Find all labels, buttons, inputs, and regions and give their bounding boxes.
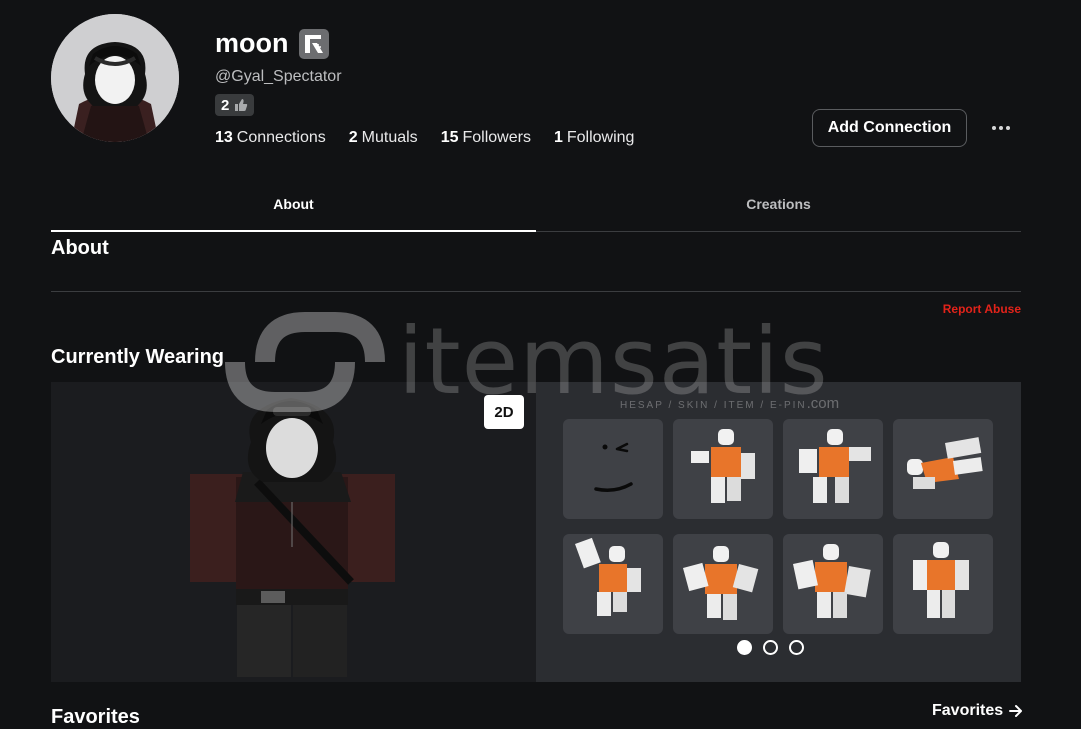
stat-value: 1 xyxy=(553,129,563,146)
favorites-link-label: Favorites xyxy=(932,702,1004,719)
stat-followers[interactable]: 15 Followers xyxy=(441,129,531,147)
arrow-right-icon xyxy=(1009,705,1023,717)
tab-about[interactable]: About xyxy=(51,186,536,232)
stat-connections[interactable]: 13 Connections xyxy=(215,129,326,147)
worn-item[interactable] xyxy=(673,534,773,634)
profile-page: moon @Gyal_Spectator 2 13 Connections 2 Mu… xyxy=(0,0,1081,729)
worn-item[interactable] xyxy=(893,419,993,519)
premium-icon xyxy=(298,28,329,59)
stat-following[interactable]: 1 Following xyxy=(554,129,635,147)
avatar-pose-icon xyxy=(575,537,641,616)
avatar-pose-icon xyxy=(913,542,969,618)
about-heading: About xyxy=(51,237,109,259)
stat-label: Following xyxy=(566,129,635,146)
wink-face-icon xyxy=(594,442,633,492)
stat-value: 2 xyxy=(348,129,358,146)
avatar-pose-icon xyxy=(907,437,983,489)
about-divider xyxy=(51,291,1021,292)
avatar-pose-icon xyxy=(793,544,871,618)
tab-creations[interactable]: Creations xyxy=(536,186,1021,231)
badge-count[interactable]: 2 xyxy=(215,94,255,116)
carousel-dot-3[interactable] xyxy=(789,640,804,655)
more-options-icon[interactable] xyxy=(988,118,1014,138)
display-name: moon xyxy=(215,28,329,59)
stat-label: Mutuals xyxy=(361,129,418,146)
worn-item[interactable] xyxy=(563,419,663,519)
worn-item[interactable] xyxy=(563,534,663,634)
username: @Gyal_Spectator xyxy=(215,68,342,85)
thumbs-up-icon xyxy=(235,99,248,111)
carousel-pagination xyxy=(737,640,804,655)
watermark-tagline: HESAP / SKIN / ITEM / E-PIN.com xyxy=(620,395,839,412)
worn-items-grid xyxy=(563,419,993,634)
worn-item[interactable] xyxy=(783,534,883,634)
profile-tabs: About Creations xyxy=(51,186,1021,232)
worn-item[interactable] xyxy=(673,419,773,519)
carousel-dot-1[interactable] xyxy=(737,640,752,655)
stat-value: 15 xyxy=(440,129,459,146)
watermark-tagline-text: HESAP / SKIN / ITEM / E-PIN xyxy=(620,400,807,411)
favorites-link[interactable]: Favorites xyxy=(932,702,1023,720)
worn-item[interactable] xyxy=(893,534,993,634)
display-name-text: moon xyxy=(215,28,289,58)
favorites-heading: Favorites xyxy=(51,706,140,728)
report-abuse-link[interactable]: Report Abuse xyxy=(943,302,1021,316)
add-connection-button[interactable]: Add Connection xyxy=(812,109,967,147)
stat-label: Followers xyxy=(462,129,531,146)
avatar-3d-viewer[interactable] xyxy=(51,382,536,682)
worn-item[interactable] xyxy=(783,419,883,519)
avatar-pose-icon xyxy=(682,546,759,620)
avatar[interactable] xyxy=(51,14,179,142)
currently-wearing-heading: Currently Wearing xyxy=(51,346,224,368)
worn-items-panel xyxy=(536,382,1021,682)
watermark-suffix: .com xyxy=(806,395,840,412)
avatar-pose-icon xyxy=(691,429,755,503)
avatar-pose-icon xyxy=(799,429,871,503)
carousel-dot-2[interactable] xyxy=(763,640,778,655)
stat-value: 13 xyxy=(215,129,233,146)
badge-count-value: 2 xyxy=(221,96,230,114)
stat-label: Connections xyxy=(236,129,326,146)
stat-mutuals[interactable]: 2 Mutuals xyxy=(349,129,418,147)
social-stats: 13 Connections 2 Mutuals 15 Followers 1 Foll… xyxy=(215,129,634,147)
